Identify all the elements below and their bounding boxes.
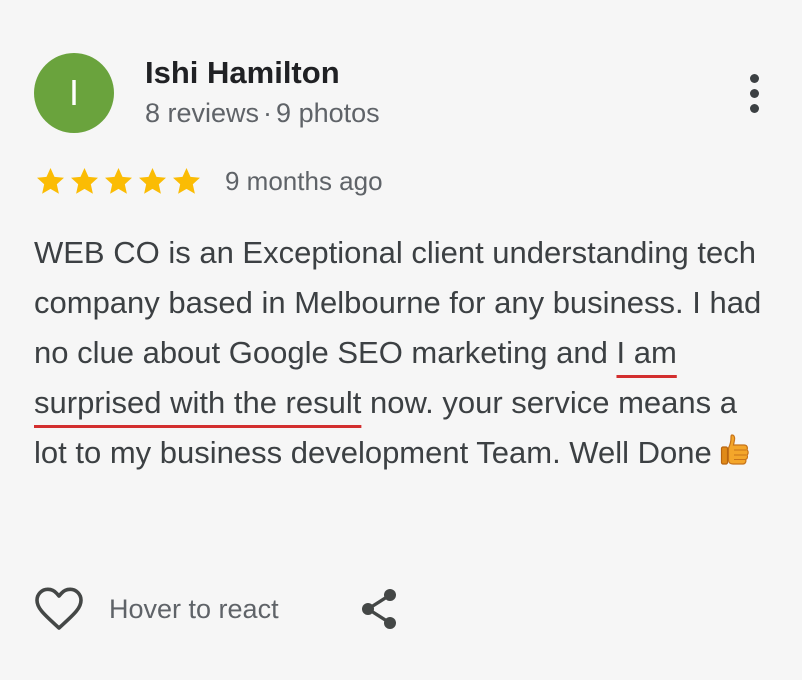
star-rating xyxy=(34,165,203,198)
star-icon xyxy=(139,167,166,194)
review-count: 8 reviews xyxy=(145,98,260,128)
review-text: WEB CO is an Exceptional client understa… xyxy=(34,228,774,478)
share-icon[interactable] xyxy=(359,587,399,631)
reviewer-name[interactable]: Ishi Hamilton xyxy=(145,53,340,93)
more-dot xyxy=(749,103,759,113)
meta-separator: · xyxy=(263,98,273,128)
review-actions: Hover to react xyxy=(34,582,399,636)
star-icon xyxy=(71,167,98,194)
more-dot xyxy=(749,73,759,83)
star-icon xyxy=(105,167,132,194)
photo-count: 9 photos xyxy=(276,98,380,128)
avatar[interactable]: I xyxy=(34,53,114,133)
star-icon xyxy=(37,167,64,194)
more-options-button[interactable] xyxy=(734,68,774,118)
heart-icon[interactable] xyxy=(34,586,84,632)
rating-row: 9 months ago xyxy=(34,160,383,202)
avatar-initial: I xyxy=(68,72,79,113)
star-icon xyxy=(173,167,200,194)
react-label[interactable]: Hover to react xyxy=(109,594,279,625)
reviewer-meta: 8 reviews · 9 photos xyxy=(145,95,380,131)
review-time: 9 months ago xyxy=(225,165,383,196)
thumbs-up-emoji-icon xyxy=(720,434,749,465)
review-card: I Ishi Hamilton 8 reviews · 9 photos 9 mon… xyxy=(0,0,802,680)
more-dot xyxy=(749,88,759,98)
